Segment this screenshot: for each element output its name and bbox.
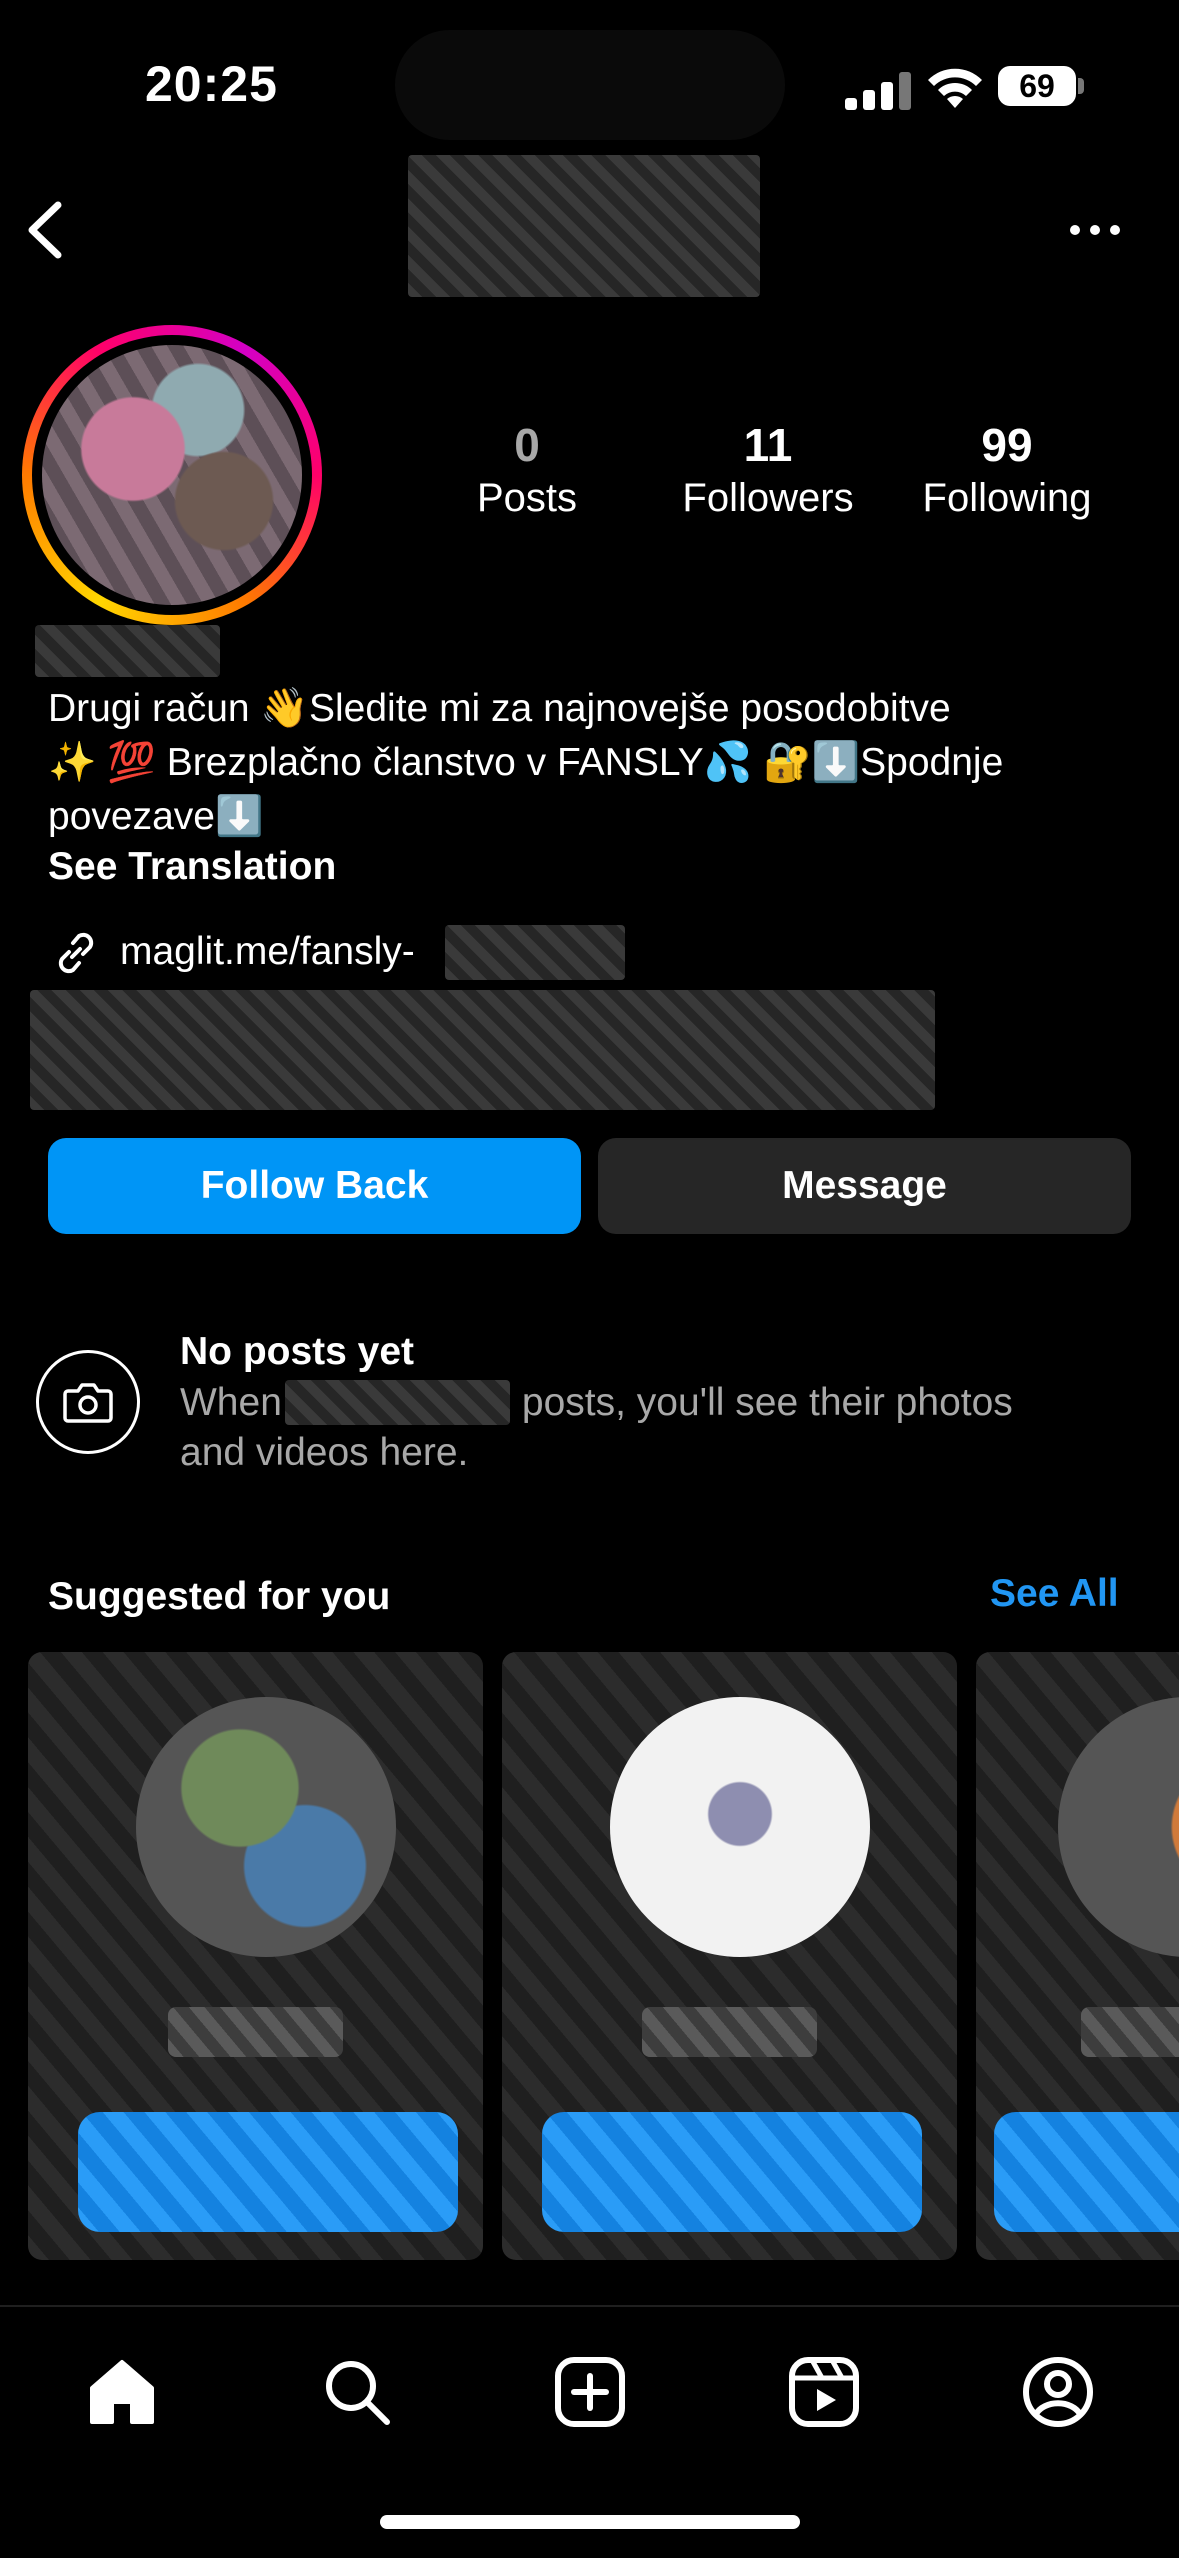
- extra-link-redacted: [30, 990, 935, 1110]
- chevron-left-icon[interactable]: [18, 195, 78, 265]
- avatar[interactable]: [42, 345, 302, 605]
- create-icon[interactable]: [550, 2352, 630, 2432]
- bio-line-2: ✨ 💯 Brezplačno članstvo v FANSLY💦 🔐⬇️Spo…: [48, 741, 1004, 784]
- no-posts-prefix: When: [180, 1381, 282, 1424]
- profile-link[interactable]: maglit.me/fansly-: [120, 930, 415, 974]
- suggested-card[interactable]: [976, 1652, 1179, 2260]
- no-posts-suffix: posts, you'll see their photos: [521, 1381, 1013, 1424]
- followers-count: 11: [743, 419, 793, 471]
- suggested-card[interactable]: [28, 1652, 483, 2260]
- bio-line-1: Drugi račun 👋Sledite mi za najnovejše po…: [48, 687, 951, 730]
- camera-icon: [36, 1350, 140, 1454]
- link-redacted: [445, 925, 625, 980]
- message-button[interactable]: Message: [598, 1138, 1131, 1234]
- no-posts-line-2: and videos here.: [180, 1431, 469, 1474]
- see-all-link[interactable]: See All: [990, 1572, 1119, 1616]
- battery-icon: 69: [998, 66, 1076, 106]
- stat-followers[interactable]: 11 Followers: [658, 418, 878, 521]
- suggested-avatar[interactable]: [610, 1697, 870, 1957]
- home-icon[interactable]: [82, 2352, 162, 2432]
- link-icon: [58, 932, 94, 974]
- home-indicator: [380, 2515, 800, 2529]
- reels-icon[interactable]: [784, 2352, 864, 2432]
- follow-back-button[interactable]: Follow Back: [48, 1138, 581, 1234]
- cellular-signal-icon: [845, 72, 911, 110]
- more-horizontal-icon[interactable]: [1065, 215, 1125, 245]
- username-inline-redacted: [285, 1380, 510, 1425]
- suggested-follow-button[interactable]: [78, 2112, 458, 2232]
- bio: Drugi račun 👋Sledite mi za najnovejše po…: [48, 682, 1138, 844]
- status-time: 20:25: [145, 56, 278, 112]
- display-name-redacted: [35, 625, 220, 677]
- followers-label: Followers: [682, 476, 854, 520]
- suggested-name-redacted: [1081, 2007, 1179, 2057]
- posts-count: 0: [514, 419, 540, 471]
- camera-glyph-icon: [63, 1383, 113, 1423]
- suggested-follow-button[interactable]: [542, 2112, 922, 2232]
- posts-label: Posts: [476, 476, 578, 520]
- battery-nub: [1078, 78, 1084, 94]
- following-count: 99: [981, 419, 1033, 471]
- following-label: Following: [922, 476, 1092, 520]
- suggested-avatar[interactable]: [136, 1697, 396, 1957]
- wifi-icon: [928, 68, 982, 108]
- stat-following[interactable]: 99 Following: [897, 418, 1117, 521]
- suggested-name-redacted: [642, 2007, 817, 2057]
- suggested-avatar[interactable]: [1058, 1697, 1179, 1957]
- dynamic-island: [395, 30, 785, 140]
- stat-posts: 0 Posts: [417, 418, 637, 521]
- bio-line-3: povezave⬇️: [48, 795, 264, 838]
- suggested-follow-button[interactable]: [994, 2112, 1179, 2232]
- no-posts-title: No posts yet: [180, 1330, 415, 1373]
- suggested-card[interactable]: [502, 1652, 957, 2260]
- suggested-name-redacted: [168, 2007, 343, 2057]
- profile-icon[interactable]: [1018, 2352, 1098, 2432]
- see-translation-link[interactable]: See Translation: [48, 845, 336, 889]
- search-icon[interactable]: [317, 2352, 397, 2432]
- suggested-title: Suggested for you: [48, 1575, 391, 1618]
- username-redacted: [408, 155, 760, 297]
